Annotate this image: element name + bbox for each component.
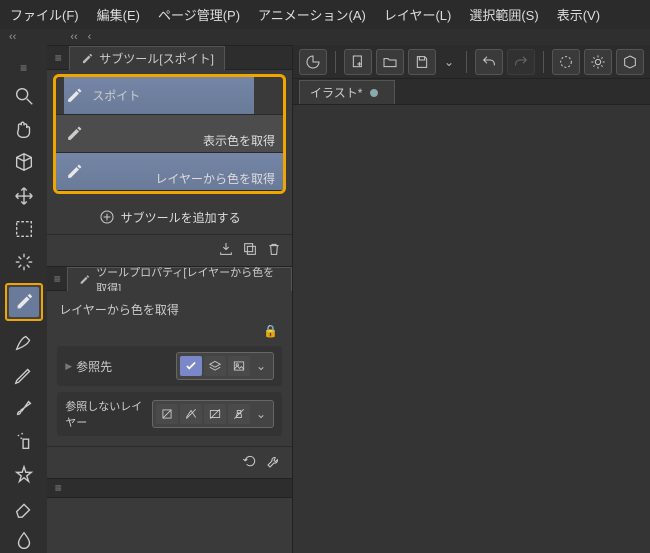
subtool-item-eyedropper[interactable]: スポイト — [56, 77, 283, 115]
canvas-area[interactable] — [293, 105, 650, 553]
pen-tool[interactable] — [10, 330, 38, 354]
magnifier-tool[interactable] — [10, 84, 38, 108]
ignore-layer-options: ⌄ — [152, 400, 274, 428]
loading-icon[interactable] — [552, 49, 580, 75]
toolprop-footer — [47, 446, 292, 478]
trash-icon[interactable] — [266, 241, 282, 260]
undo-icon[interactable] — [475, 49, 503, 75]
subtool-tab-label: サブツール[スポイト] — [99, 50, 214, 67]
menu-bar: ファイル(F) 編集(E) ページ管理(P) アニメーション(A) レイヤー(L… — [0, 0, 650, 29]
ign-opt-1[interactable] — [156, 404, 178, 424]
new-file-icon[interactable] — [344, 49, 372, 75]
subtool-label: スポイト — [92, 87, 140, 104]
collapse-single-icon[interactable]: ‹ — [85, 31, 95, 43]
blend-tool[interactable] — [10, 529, 38, 553]
toolprop-heading: レイヤーから色を取得 — [57, 297, 282, 322]
document-toolbar: ⌄ — [293, 45, 650, 79]
unsaved-dot-icon — [370, 89, 378, 97]
reset-icon[interactable] — [242, 453, 258, 472]
prop-label: 参照先 — [76, 358, 176, 375]
panel-menu-icon[interactable]: ≡ — [47, 51, 69, 65]
subtool-footer — [47, 234, 292, 266]
chevron-down-icon[interactable]: ⌄ — [440, 55, 458, 69]
panel-column: ≡ サブツール[スポイト] スポイト 表示色を取得 レイヤーから色を取得 — [47, 45, 293, 553]
ign-opt-3[interactable] — [204, 404, 226, 424]
collapse-left-double-icon[interactable]: ‹‹ — [6, 31, 19, 43]
toolprop-section: レイヤーから色を取得 🔒 ▶ 参照先 ⌄ 参照しないレイヤー — [47, 291, 292, 446]
brushsize-panel-header: ≡ — [47, 478, 292, 498]
document-tab-label: イラスト* — [310, 84, 362, 101]
ref-target-options: ⌄ — [176, 352, 274, 380]
document-tabs: イラスト* — [293, 79, 650, 105]
eyedropper-icon — [64, 162, 84, 182]
ign-opt-4[interactable] — [228, 404, 250, 424]
eyedropper-icon — [78, 273, 91, 287]
subtool-label: レイヤーから色を取得 — [155, 170, 275, 187]
toolprop-tab[interactable]: ツールプロパティ[レイヤーから色を取得] — [67, 267, 292, 291]
marquee-tool[interactable] — [10, 217, 38, 241]
sun-icon[interactable] — [584, 49, 612, 75]
eraser-tool[interactable] — [10, 496, 38, 520]
import-icon[interactable] — [218, 241, 234, 260]
add-subtool-button[interactable]: サブツールを追加する — [47, 200, 292, 234]
ref-opt-check[interactable] — [180, 356, 202, 376]
plus-circle-icon — [99, 209, 115, 225]
subtool-tab[interactable]: サブツール[スポイト] — [69, 46, 225, 70]
eyedropper-icon — [64, 86, 84, 106]
menu-edit[interactable]: 編集(E) — [97, 5, 140, 24]
ref-opt-layers[interactable] — [204, 356, 226, 376]
eyedropper-icon — [80, 52, 94, 66]
toolprop-panel-header: ≡ ツールプロパティ[レイヤーから色を取得] — [47, 266, 292, 291]
collapse-row: ‹‹ ‹‹ ‹ — [0, 29, 650, 45]
prop-label: 参照しないレイヤー — [65, 398, 152, 430]
chevron-down-icon[interactable]: ⌄ — [252, 407, 270, 421]
wrench-icon[interactable] — [266, 453, 282, 472]
subtool-item-layer-color[interactable]: レイヤーから色を取得 — [56, 153, 283, 191]
menu-page[interactable]: ページ管理(P) — [158, 5, 240, 24]
menu-anim[interactable]: アニメーション(A) — [258, 5, 366, 24]
panel-menu-icon[interactable]: ≡ — [47, 481, 69, 495]
tool-menu-icon[interactable]: ≡ — [16, 61, 31, 75]
spray-tool[interactable] — [10, 429, 38, 453]
duplicate-icon[interactable] — [242, 241, 258, 260]
clip-icon[interactable] — [299, 49, 327, 75]
open-file-icon[interactable] — [376, 49, 404, 75]
prop-row-ignore-layer: 参照しないレイヤー ⌄ — [57, 392, 282, 436]
lock-icon[interactable]: 🔒 — [57, 322, 282, 340]
panel-menu-icon[interactable]: ≡ — [47, 272, 67, 286]
expand-icon[interactable]: ▶ — [65, 361, 72, 372]
subtool-list-highlight: スポイト 表示色を取得 レイヤーから色を取得 — [53, 74, 286, 194]
collapse-double-icon[interactable]: ‹‹ — [67, 31, 80, 43]
subtool-label: 表示色を取得 — [203, 132, 275, 149]
eyedropper-tool-selected[interactable] — [5, 283, 43, 321]
canvas-column: ⌄ イラスト* — [293, 45, 650, 553]
ref-opt-image[interactable] — [228, 356, 250, 376]
subtool-item-display-color[interactable]: 表示色を取得 — [56, 115, 283, 153]
pencil-tool[interactable] — [10, 363, 38, 387]
brush-tool[interactable] — [10, 396, 38, 420]
eyedropper-icon — [64, 124, 84, 144]
tool-strip: ≡ — [0, 45, 47, 553]
move-tool[interactable] — [10, 183, 38, 207]
subtool-panel-header: ≡ サブツール[スポイト] — [47, 45, 292, 70]
prop-row-ref-target: ▶ 参照先 ⌄ — [57, 346, 282, 386]
menu-layer[interactable]: レイヤー(L) — [384, 5, 452, 24]
document-tab[interactable]: イラスト* — [299, 80, 395, 104]
add-subtool-label: サブツールを追加する — [121, 209, 241, 226]
menu-file[interactable]: ファイル(F) — [10, 5, 79, 24]
menu-select[interactable]: 選択範囲(S) — [469, 5, 538, 24]
hand-tool[interactable] — [10, 117, 38, 141]
3d-tool[interactable] — [10, 150, 38, 174]
save-icon[interactable] — [408, 49, 436, 75]
menu-view[interactable]: 表示(V) — [557, 5, 600, 24]
cube-icon[interactable] — [616, 49, 644, 75]
ign-opt-2[interactable] — [180, 404, 202, 424]
wand-tool[interactable] — [10, 250, 38, 274]
effect-tool[interactable] — [10, 463, 38, 487]
redo-icon[interactable] — [507, 49, 535, 75]
chevron-down-icon[interactable]: ⌄ — [252, 359, 270, 373]
